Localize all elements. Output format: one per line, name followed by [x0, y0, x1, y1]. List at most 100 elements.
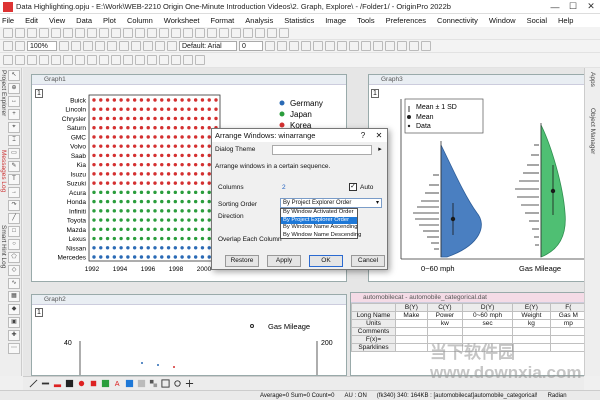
rotate-icon[interactable]: [173, 379, 182, 388]
line-symbol-icon[interactable]: [27, 55, 37, 65]
rescale-icon[interactable]: [71, 41, 81, 51]
new-project-icon[interactable]: [3, 28, 13, 38]
transparency-icon[interactable]: [137, 379, 146, 388]
pattern-icon[interactable]: [101, 379, 110, 388]
open-icon[interactable]: [75, 28, 85, 38]
data-selector-icon[interactable]: ⌶: [8, 135, 20, 146]
menu-plot[interactable]: Plot: [103, 16, 116, 25]
freehand-tool-icon[interactable]: ∿: [8, 278, 20, 289]
statistics-icon[interactable]: [171, 55, 181, 65]
menu-connectivity[interactable]: Connectivity: [437, 16, 478, 25]
add-rectangle-icon[interactable]: [155, 41, 165, 51]
font-color-icon[interactable]: A: [113, 379, 122, 388]
line-color-icon[interactable]: [53, 379, 62, 388]
subscript-icon[interactable]: [313, 41, 323, 51]
window-icon[interactable]: [267, 28, 277, 38]
image-tool-icon[interactable]: ▣: [8, 317, 20, 328]
line-color-icon[interactable]: [421, 41, 431, 51]
sort-icon[interactable]: [159, 55, 169, 65]
add-legend-icon[interactable]: [119, 41, 129, 51]
import-icon[interactable]: [99, 28, 109, 38]
align-left-icon[interactable]: [361, 41, 371, 51]
option-name-ascending[interactable]: By Window Name Ascending: [281, 224, 357, 232]
columns-value[interactable]: 2: [282, 184, 286, 191]
menu-help[interactable]: Help: [558, 16, 573, 25]
project-explorer-tab[interactable]: Project Explorer: [0, 70, 7, 116]
greek-icon[interactable]: [325, 41, 335, 51]
new-workbook-icon[interactable]: [27, 28, 37, 38]
print-icon[interactable]: [111, 28, 121, 38]
theme-arrow-icon[interactable]: ▸: [375, 145, 385, 155]
reader-tool-icon[interactable]: +: [8, 109, 20, 120]
table-cell[interactable]: [426, 327, 464, 336]
smart-hint-log-tab[interactable]: Smart Hint Log: [0, 225, 7, 268]
header-cell[interactable]: B(Y): [395, 303, 428, 312]
menu-view[interactable]: View: [49, 16, 65, 25]
table-cell[interactable]: Make: [395, 311, 428, 320]
table-cell[interactable]: [395, 335, 428, 344]
line-plot-icon[interactable]: [3, 55, 13, 65]
superscript-icon[interactable]: [301, 41, 311, 51]
refresh-icon[interactable]: [147, 28, 157, 38]
table-cell[interactable]: Power: [426, 311, 464, 320]
draw-data-icon[interactable]: ✎: [8, 161, 20, 172]
fill-color-icon[interactable]: [409, 41, 419, 51]
symbol-shape-icon[interactable]: [77, 379, 86, 388]
graph2-plot[interactable]: 40 200 Gas Mileage: [32, 305, 347, 376]
align-right-icon[interactable]: [385, 41, 395, 51]
cancel-button[interactable]: Cancel: [351, 255, 385, 267]
menu-analysis[interactable]: Analysis: [245, 16, 273, 25]
zoom-icon[interactable]: [15, 41, 25, 51]
menu-image[interactable]: Image: [325, 16, 346, 25]
flip-icon[interactable]: [185, 379, 194, 388]
align-center-icon[interactable]: [373, 41, 383, 51]
fit-icon[interactable]: [183, 55, 193, 65]
ok-button[interactable]: OK: [309, 255, 343, 267]
project-explorer-icon[interactable]: [183, 28, 193, 38]
sorting-order-dropdown[interactable]: By Project Explorer Order ▾: [280, 198, 382, 208]
symbol-color-icon[interactable]: [89, 379, 98, 388]
minimize-button[interactable]: —: [546, 2, 564, 12]
template-library-icon[interactable]: [123, 55, 133, 65]
header-cell[interactable]: [351, 303, 396, 312]
table-cell[interactable]: [395, 343, 428, 352]
option-name-descending[interactable]: By Window Name Descending: [281, 232, 361, 240]
menu-data[interactable]: Data: [76, 16, 92, 25]
menu-column[interactable]: Column: [127, 16, 153, 25]
row-label[interactable]: Sparklines: [351, 343, 396, 352]
align-icon[interactable]: [167, 41, 177, 51]
undo-icon[interactable]: [159, 28, 169, 38]
menu-statistics[interactable]: Statistics: [284, 16, 314, 25]
new-layout-icon[interactable]: [63, 28, 73, 38]
bar-plot-icon[interactable]: [51, 55, 61, 65]
menu-format[interactable]: Format: [211, 16, 235, 25]
cursor-tool-icon[interactable]: ⌖: [8, 122, 20, 133]
apply-button[interactable]: Apply: [267, 255, 301, 267]
table-cell[interactable]: kg: [512, 319, 551, 328]
auto-checkbox[interactable]: ✓: [349, 183, 357, 191]
menu-tools[interactable]: Tools: [357, 16, 375, 25]
new-graph-icon[interactable]: [39, 28, 49, 38]
paste-icon[interactable]: [135, 28, 145, 38]
menu-worksheet[interactable]: Worksheet: [164, 16, 200, 25]
graph2-window[interactable]: Graph2 1 40 200 Gas Mileage: [31, 294, 347, 376]
polygon-tool-icon[interactable]: ⬠: [8, 252, 20, 263]
graph3-window[interactable]: Graph3 1 Mean ± 1 SD Mean Data 0~60 mph …: [368, 74, 584, 282]
more-tools-icon[interactable]: ⋯: [8, 343, 20, 354]
pie-plot-icon[interactable]: [63, 55, 73, 65]
pointer-tool-icon[interactable]: ↖: [8, 70, 20, 81]
underline-icon[interactable]: [289, 41, 299, 51]
apps-tab[interactable]: Apps: [589, 72, 596, 87]
add-text-icon[interactable]: [95, 41, 105, 51]
curved-arrow-icon[interactable]: ↷: [8, 200, 20, 211]
italic-icon[interactable]: [277, 41, 287, 51]
row-label[interactable]: Long Name: [351, 311, 396, 320]
ellipse-tool-icon[interactable]: ○: [8, 239, 20, 250]
font-size-selector[interactable]: 0: [239, 41, 263, 51]
group-icon[interactable]: [161, 379, 170, 388]
table-cell[interactable]: Gas M: [549, 311, 584, 320]
set-column-values-icon[interactable]: [135, 55, 145, 65]
rectangle-tool-icon[interactable]: □: [8, 226, 20, 237]
menu-preferences[interactable]: Preferences: [386, 16, 426, 25]
arrow-tool-icon[interactable]: →: [8, 187, 20, 198]
